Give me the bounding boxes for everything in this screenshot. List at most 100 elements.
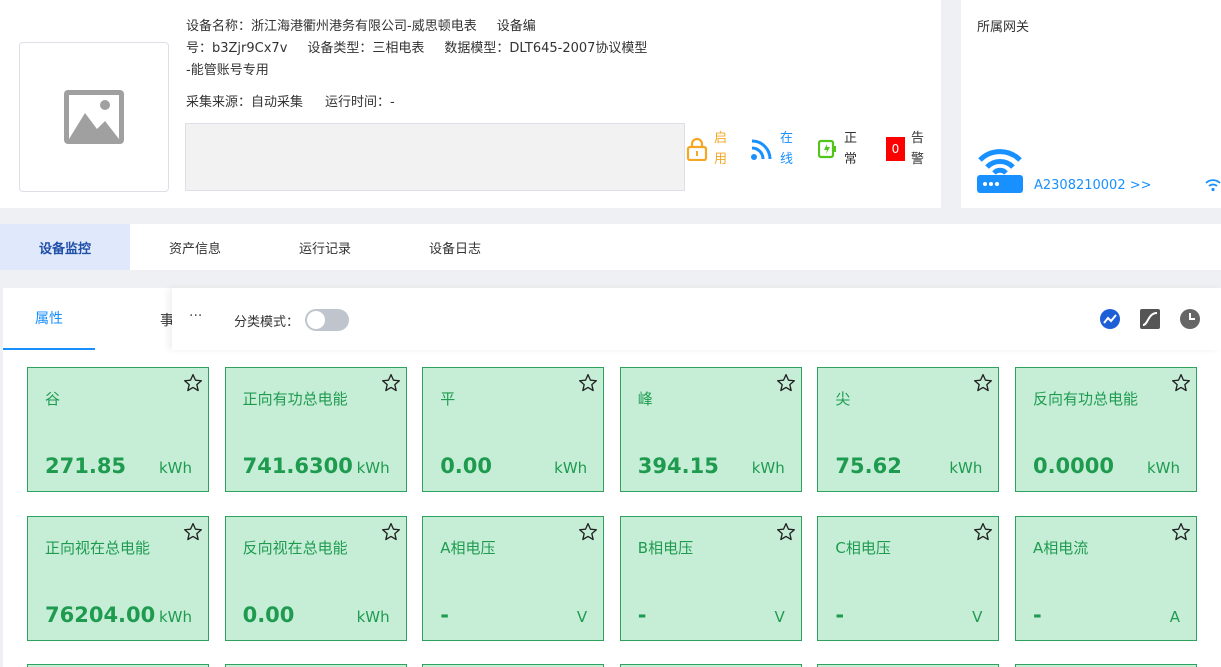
metric-card[interactable]: 尖 75.62 kWh <box>817 367 1000 492</box>
subtab-property[interactable]: 属性 <box>3 288 95 350</box>
curve-icon <box>1140 309 1160 329</box>
metric-name: 峰 <box>637 390 653 408</box>
main-tabs: 设备监控 资产信息 运行记录 设备日志 <box>0 224 1221 270</box>
device-code: 号：b3Zjr9Cx7v <box>186 41 288 56</box>
metric-name: A相电压 <box>440 539 496 557</box>
status-alarm[interactable]: 0 告警 <box>886 128 925 170</box>
metric-name: 反向有功总电能 <box>1032 390 1138 408</box>
metric-card[interactable]: B相电压 - V <box>619 516 802 641</box>
metric-name: 平 <box>440 390 456 408</box>
star-icon[interactable] <box>776 373 796 393</box>
star-icon[interactable] <box>973 373 993 393</box>
gateway-card: 所属网关 A2308210002 >> <box>961 0 1221 208</box>
curve-chart-button[interactable] <box>1140 309 1160 329</box>
metric-value: 0.0000 <box>1032 454 1115 478</box>
metric-card[interactable]: 平 0.00 kWh <box>422 367 605 492</box>
device-name: 设备名称：浙江海港衢州港务有限公司-威思顿电表 <box>186 19 477 34</box>
trend-icon <box>1100 309 1120 329</box>
star-icon[interactable] <box>1171 522 1191 542</box>
metric-name: B相电压 <box>637 539 694 557</box>
metric-card[interactable]: 谷 271.85 kWh <box>27 367 209 492</box>
metric-value: 741.6300 <box>242 454 353 478</box>
metric-name: 正向有功总电能 <box>242 390 348 408</box>
metric-card[interactable]: A相电压 - V <box>422 516 605 641</box>
metric-card[interactable]: 反向有功总电能 0.0000 kWh <box>1014 367 1197 492</box>
star-icon[interactable] <box>183 522 203 542</box>
star-icon[interactable] <box>1171 373 1191 393</box>
tab-run-records[interactable]: 运行记录 <box>260 224 390 270</box>
clock-icon <box>1180 309 1200 329</box>
category-mode-toggle[interactable] <box>305 309 349 331</box>
metric-value: 0.00 <box>440 454 493 478</box>
star-icon[interactable] <box>973 522 993 542</box>
metric-card[interactable]: 正向视在总电能 76204.00 kWh <box>27 516 209 641</box>
metric-card-grid: 谷 271.85 kWh 正向有功总电能 741.6300 kWh 平 0.00 kWh 峰 394… <box>27 367 1197 641</box>
gateway-link[interactable]: A2308210002 >> <box>1034 178 1152 193</box>
trend-chart-button[interactable] <box>1100 309 1120 329</box>
metric-card[interactable]: 峰 394.15 kWh <box>619 367 802 492</box>
collect-source: 采集来源：自动采集 <box>186 95 304 110</box>
metric-unit: V <box>972 608 983 626</box>
metric-name: 尖 <box>835 390 851 408</box>
star-icon[interactable] <box>776 522 796 542</box>
metric-value: 0.00 <box>242 603 295 627</box>
star-icon[interactable] <box>381 373 401 393</box>
metric-unit: kWh <box>158 459 192 477</box>
metric-unit: kWh <box>356 608 390 626</box>
metric-unit: A <box>1169 608 1180 626</box>
tab-device-monitor[interactable]: 设备监控 <box>0 224 130 270</box>
metric-value: 394.15 <box>637 454 719 478</box>
more-tabs-button[interactable]: ··· <box>189 308 202 324</box>
star-icon[interactable] <box>578 373 598 393</box>
status-online: 在线 <box>750 128 794 170</box>
status-enabled-label: 启用 <box>714 131 728 167</box>
monitor-panel: 属性 事 ··· 分类模式： 谷 271.85 kWh 正向有功总电能 741.6300… <box>3 288 1221 667</box>
metric-value: 76204.00 <box>45 603 156 627</box>
device-model-cont: -能管账号专用 <box>186 63 269 78</box>
status-enabled: 启用 <box>686 128 728 170</box>
metric-card[interactable]: 正向有功总电能 741.6300 kWh <box>224 367 407 492</box>
metric-card[interactable]: A相电流 - A <box>1014 516 1197 641</box>
tab-device-log[interactable]: 设备日志 <box>390 224 520 270</box>
metric-value: 271.85 <box>45 454 127 478</box>
metric-name: 正向视在总电能 <box>45 539 151 557</box>
device-image-placeholder <box>19 42 169 192</box>
metric-card[interactable]: C相电压 - V <box>817 516 1000 641</box>
sub-tabs: 属性 事 <box>3 288 175 350</box>
router-icon <box>977 149 1023 193</box>
alarm-count-badge: 0 <box>886 137 905 161</box>
history-button[interactable] <box>1180 309 1200 329</box>
status-online-label: 在线 <box>780 131 794 167</box>
device-info-card: 设备名称：浙江海港衢州港务有限公司-威思顿电表 设备编 号：b3Zjr9Cx7v 设… <box>0 0 941 208</box>
status-normal: 正常 <box>818 128 858 170</box>
device-description-box <box>185 123 685 191</box>
lock-icon <box>686 137 708 161</box>
status-alarm-label: 告警 <box>911 131 925 167</box>
metric-unit: V <box>774 608 785 626</box>
metric-unit: kWh <box>751 459 785 477</box>
star-icon[interactable] <box>578 522 598 542</box>
metric-unit: kWh <box>554 459 588 477</box>
battery-icon <box>818 139 836 159</box>
status-normal-label: 正常 <box>844 131 858 167</box>
image-icon <box>64 90 124 144</box>
run-time: 运行时间：- <box>325 95 395 110</box>
metric-unit: kWh <box>1146 459 1180 477</box>
metric-value: 75.62 <box>835 454 902 478</box>
source-runtime-line: 采集来源：自动采集 运行时间：- <box>186 92 395 114</box>
rss-icon <box>751 139 772 160</box>
metric-name: 反向视在总电能 <box>242 539 348 557</box>
metric-value: - <box>637 603 647 627</box>
metric-unit: kWh <box>949 459 983 477</box>
tab-asset-info[interactable]: 资产信息 <box>130 224 260 270</box>
metric-value: - <box>1032 603 1042 627</box>
star-icon[interactable] <box>381 522 401 542</box>
metric-name: A相电流 <box>1032 539 1089 557</box>
metric-card[interactable]: 反向视在总电能 0.00 kWh <box>224 516 407 641</box>
metric-unit: kWh <box>356 459 390 477</box>
metric-value: - <box>440 603 449 627</box>
star-icon[interactable] <box>183 373 203 393</box>
category-mode-label: 分类模式： <box>234 315 300 330</box>
wifi-icon <box>1205 179 1221 192</box>
metric-unit: V <box>576 608 588 626</box>
